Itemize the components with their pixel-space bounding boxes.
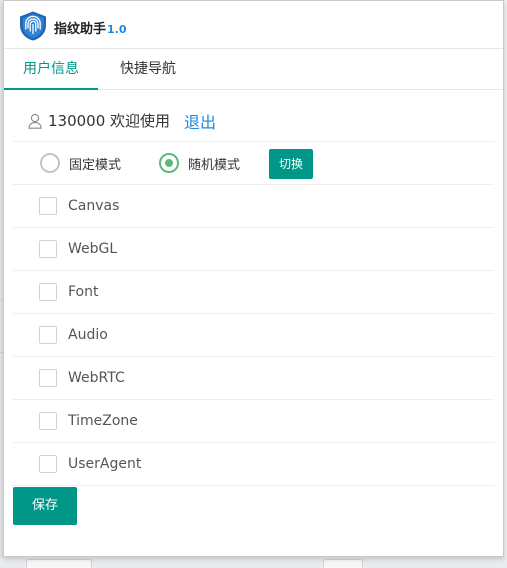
tab-user-info[interactable]: 用户信息: [4, 49, 98, 90]
tab-bar: 用户信息 快捷导航: [4, 49, 503, 90]
option-font[interactable]: Font: [13, 271, 494, 314]
option-label: Font: [68, 284, 99, 300]
radio-unchecked-icon: [40, 153, 60, 173]
random-mode-label: 随机模式: [188, 157, 241, 173]
option-audio[interactable]: Audio: [13, 314, 494, 357]
checkbox-icon[interactable]: [39, 326, 57, 344]
fixed-mode-radio[interactable]: 固定模式: [40, 153, 121, 173]
option-label: TimeZone: [68, 413, 138, 429]
shield-fingerprint-icon: [20, 11, 46, 41]
save-button[interactable]: 保存: [13, 487, 77, 525]
app-title-text: 指纹助手: [54, 22, 107, 37]
option-label: UserAgent: [68, 456, 142, 472]
checkbox-icon[interactable]: [39, 455, 57, 473]
mode-row: 固定模式 随机模式 切换: [13, 142, 494, 185]
checkbox-icon[interactable]: [39, 197, 57, 215]
background-page-button: [26, 559, 92, 568]
checkbox-icon[interactable]: [39, 283, 57, 301]
app-version: 1.0: [107, 23, 127, 36]
user-row: 130000 欢迎使用 退出: [13, 100, 494, 142]
checkbox-icon[interactable]: [39, 240, 57, 258]
option-canvas[interactable]: Canvas: [13, 185, 494, 228]
random-mode-radio[interactable]: 随机模式: [159, 153, 240, 173]
switch-button[interactable]: 切换: [269, 149, 313, 179]
option-useragent[interactable]: UserAgent: [13, 443, 494, 486]
option-webrtc[interactable]: WebRTC: [13, 357, 494, 400]
app-title: 指纹助手1.0: [54, 18, 127, 37]
option-label: Canvas: [68, 198, 120, 214]
tab-quick-nav[interactable]: 快捷导航: [98, 49, 198, 90]
option-label: Audio: [68, 327, 108, 343]
checkbox-icon[interactable]: [39, 412, 57, 430]
background-page-button: [323, 559, 363, 568]
checkbox-icon[interactable]: [39, 369, 57, 387]
radio-checked-icon: [159, 153, 179, 173]
logout-link[interactable]: 退出: [184, 109, 216, 133]
fixed-mode-label: 固定模式: [69, 157, 122, 173]
option-webgl[interactable]: WebGL: [13, 228, 494, 271]
option-timezone[interactable]: TimeZone: [13, 400, 494, 443]
option-label: WebGL: [68, 241, 118, 257]
extension-popup: 指纹助手1.0 用户信息 快捷导航 130000 欢迎使用 退出 固定模式 随机…: [3, 0, 504, 557]
option-label: WebRTC: [68, 370, 125, 386]
user-icon: [28, 113, 42, 129]
user-info-panel: 130000 欢迎使用 退出 固定模式 随机模式 切换 Canvas WebGL…: [13, 100, 494, 486]
popup-header: 指纹助手1.0: [4, 1, 503, 49]
welcome-text: 130000 欢迎使用: [48, 112, 171, 130]
